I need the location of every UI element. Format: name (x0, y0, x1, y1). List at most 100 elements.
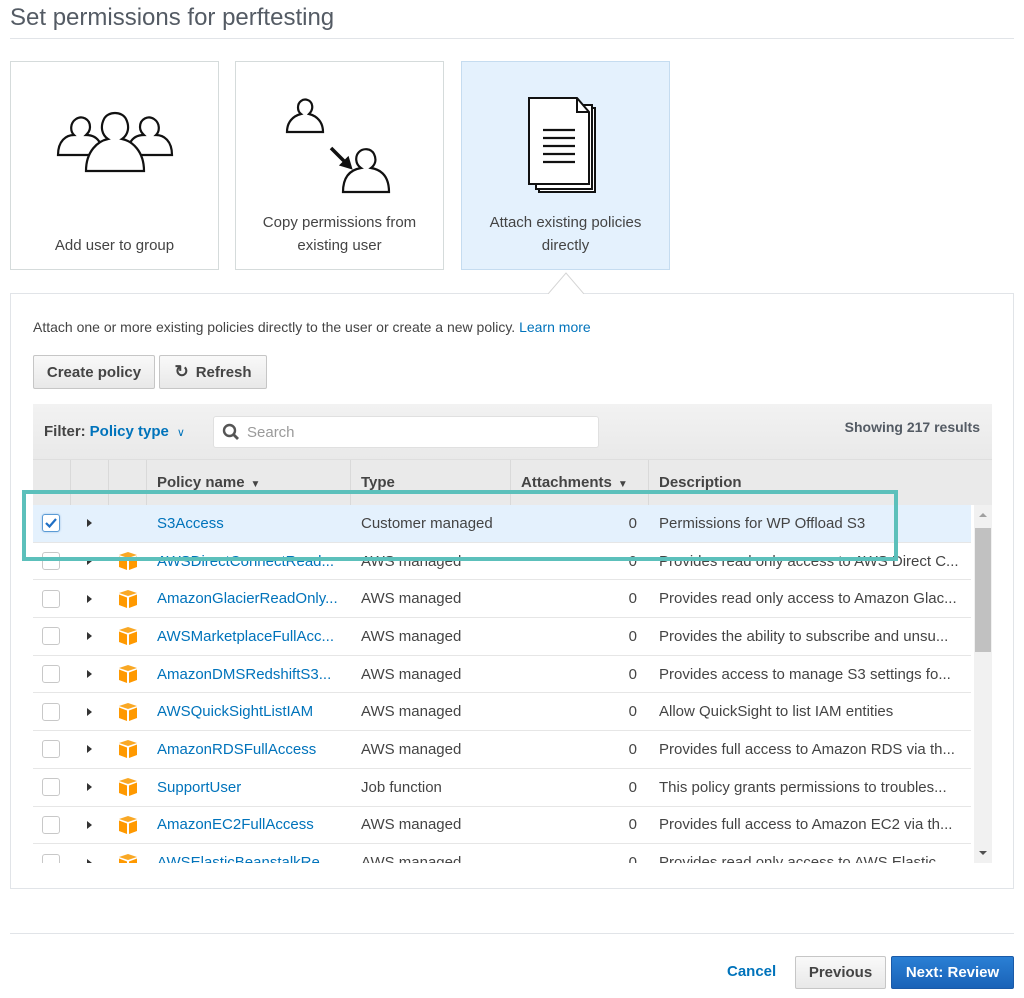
policy-name-link[interactable]: AmazonGlacierReadOnly... (157, 590, 338, 607)
policy-name-cell: AmazonDMSRedshiftS3... (147, 656, 351, 693)
create-policy-button[interactable]: Create policy (33, 355, 155, 389)
expand-arrow-icon[interactable] (87, 783, 92, 792)
table-header: Policy name ▼ Type Attachments ▼ Descripti… (33, 460, 992, 505)
select-cell (33, 656, 71, 693)
previous-button[interactable]: Previous (795, 956, 886, 989)
scroll-down-icon[interactable] (979, 851, 987, 855)
policy-type: AWS managed (361, 816, 462, 834)
select-cell (33, 731, 71, 768)
table-row[interactable]: AWSElasticBeanstalkRe... AWS managed 0 P… (33, 844, 971, 863)
table-row[interactable]: S3Access Customer managed 0 Permissions … (33, 505, 971, 543)
aws-managed-cube-icon (119, 778, 137, 797)
attachments-count: 0 (628, 854, 637, 863)
scroll-up-icon[interactable] (979, 513, 987, 517)
filter-dropdown[interactable]: Filter: Policy type ∨ (44, 423, 185, 440)
policy-name-link[interactable]: AWSElasticBeanstalkRe... (157, 854, 332, 863)
copy-user-icon (236, 82, 443, 212)
select-cell (33, 693, 71, 730)
search-input[interactable] (245, 422, 575, 442)
table-row[interactable]: AmazonGlacierReadOnly... AWS managed 0 P… (33, 580, 971, 619)
policy-name-link[interactable]: AWSDirectConnectRead... (157, 553, 334, 570)
policy-type: AWS managed (361, 740, 462, 758)
expand-arrow-icon[interactable] (87, 745, 92, 754)
cancel-link[interactable]: Cancel (727, 963, 776, 980)
header-policy-name[interactable]: Policy name ▼ (147, 460, 351, 505)
select-cell (33, 543, 71, 580)
footer-divider (10, 933, 1014, 934)
select-cell (33, 769, 71, 806)
row-checkbox[interactable] (42, 740, 60, 759)
table-scrollbar[interactable] (974, 505, 992, 863)
aws-managed-cube-icon (119, 815, 137, 834)
expand-arrow-icon[interactable] (87, 858, 92, 863)
header-label: Description (659, 474, 742, 491)
policy-name-link[interactable]: AmazonDMSRedshiftS3... (157, 666, 331, 683)
policy-name-cell: AWSDirectConnectRead... (147, 543, 351, 580)
icon-cell (109, 844, 147, 863)
row-checkbox[interactable] (42, 665, 60, 684)
table-row[interactable]: AWSMarketplaceFullAcc... AWS managed 0 P… (33, 618, 971, 656)
policy-name-link[interactable]: SupportUser (157, 779, 241, 796)
expand-arrow-icon[interactable] (87, 594, 92, 603)
policy-type: AWS managed (361, 552, 462, 570)
row-checkbox[interactable] (42, 815, 60, 834)
attachments-count: 0 (628, 514, 637, 532)
policy-name-link[interactable]: AmazonRDSFullAccess (157, 741, 316, 758)
table-row[interactable]: AWSDirectConnectRead... AWS managed 0 Pr… (33, 542, 971, 581)
table-row[interactable]: AWSQuickSightListIAM AWS managed 0 Allow… (33, 693, 971, 732)
policy-name-cell: AmazonGlacierReadOnly... (147, 580, 351, 617)
policy-name-link[interactable]: S3Access (157, 515, 224, 532)
policy-name-cell: AWSMarketplaceFullAcc... (147, 618, 351, 655)
expand-arrow-icon[interactable] (87, 707, 92, 716)
header-label: Attachments (521, 474, 612, 491)
aws-managed-cube-icon (119, 702, 137, 721)
row-checkbox[interactable] (42, 702, 60, 721)
policy-name-link[interactable]: AWSMarketplaceFullAcc... (157, 628, 334, 645)
header-attachments[interactable]: Attachments ▼ (511, 460, 649, 505)
row-checkbox[interactable] (42, 514, 60, 533)
learn-more-link[interactable]: Learn more (519, 319, 591, 335)
attachments-count: 0 (628, 627, 637, 645)
row-checkbox[interactable] (42, 589, 60, 608)
policy-name-link[interactable]: AmazonEC2FullAccess (157, 816, 314, 833)
expand-cell (71, 693, 109, 730)
expand-arrow-icon[interactable] (87, 820, 92, 829)
expand-cell (71, 807, 109, 844)
header-expand (71, 460, 109, 505)
row-checkbox[interactable] (42, 552, 60, 571)
expand-arrow-icon[interactable] (87, 670, 92, 679)
header-type[interactable]: Type (351, 460, 511, 505)
policy-description: Provides full access to Amazon EC2 via t… (659, 816, 953, 834)
expand-arrow-icon[interactable] (87, 557, 92, 566)
option-attach-policies[interactable]: Attach existing policies directly (461, 61, 670, 270)
expand-cell (71, 844, 109, 863)
attachments-count: 0 (628, 665, 637, 683)
option-add-user-to-group[interactable]: Add user to group (10, 61, 219, 270)
icon-cell (109, 618, 147, 655)
refresh-button[interactable]: ↻ Refresh (159, 355, 267, 389)
table-row[interactable]: SupportUser Job function 0 This policy g… (33, 768, 971, 807)
row-checkbox[interactable] (42, 853, 60, 863)
table-row[interactable]: AmazonDMSRedshiftS3... AWS managed 0 Pro… (33, 655, 971, 694)
search-box[interactable] (213, 416, 599, 448)
policy-table: Filter:Policy type∨ Showing 217 results … (33, 404, 992, 870)
policy-type: AWS managed (361, 703, 462, 721)
icon-cell (109, 505, 147, 542)
table-row[interactable]: AmazonRDSFullAccess AWS managed 0 Provid… (33, 731, 971, 769)
expand-cell (71, 618, 109, 655)
expand-arrow-icon[interactable] (87, 519, 92, 528)
option-copy-permissions[interactable]: Copy permissions from existing user (235, 61, 444, 270)
policy-description: Allow QuickSight to list IAM entities (659, 703, 894, 721)
scrollbar-thumb[interactable] (975, 528, 991, 652)
policy-name-link[interactable]: AWSQuickSightListIAM (157, 703, 313, 720)
header-description[interactable]: Description (649, 460, 992, 505)
policy-type: AWS managed (361, 627, 462, 645)
expand-arrow-icon[interactable] (87, 632, 92, 641)
aws-managed-cube-icon (119, 589, 137, 608)
policy-description: Provides read only access to AWS Direct … (659, 552, 959, 570)
row-checkbox[interactable] (42, 778, 60, 797)
next-review-button[interactable]: Next: Review (891, 956, 1014, 989)
row-checkbox[interactable] (42, 627, 60, 646)
table-row[interactable]: AmazonEC2FullAccess AWS managed 0 Provid… (33, 806, 971, 845)
policy-name-cell: AmazonEC2FullAccess (147, 807, 351, 844)
